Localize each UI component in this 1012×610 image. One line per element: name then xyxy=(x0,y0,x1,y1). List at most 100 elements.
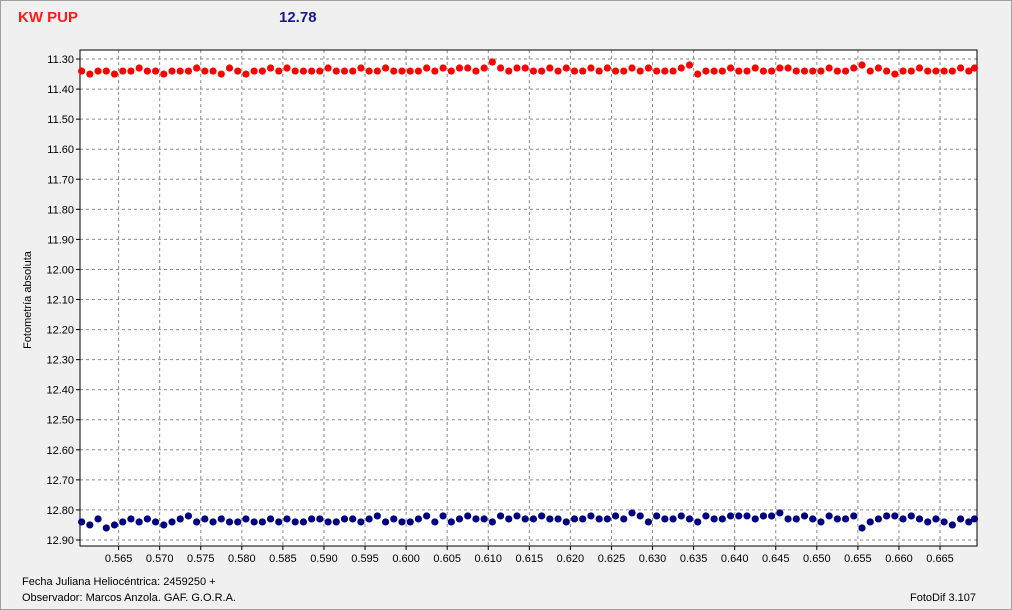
data-point-bottom xyxy=(423,512,431,520)
data-point-top xyxy=(94,67,102,75)
data-point-top xyxy=(743,67,751,75)
data-point-bottom xyxy=(883,512,891,520)
data-point-top xyxy=(521,64,529,72)
data-point-bottom xyxy=(455,515,464,523)
data-point-top xyxy=(513,64,521,72)
data-point-bottom xyxy=(940,518,948,526)
data-point-top xyxy=(833,67,841,75)
data-point-top xyxy=(151,67,160,75)
y-tick-label: 12.20 xyxy=(46,325,74,337)
data-point-bottom xyxy=(357,518,365,526)
data-point-bottom xyxy=(702,512,710,520)
y-tick-label: 12.30 xyxy=(46,355,74,367)
data-point-bottom xyxy=(78,518,86,526)
data-point-top xyxy=(759,67,768,75)
data-point-bottom xyxy=(685,515,694,523)
data-point-top xyxy=(899,67,907,75)
data-point-top xyxy=(710,67,718,75)
data-point-bottom xyxy=(184,512,193,520)
y-tick-label: 12.10 xyxy=(46,295,74,307)
data-point-top xyxy=(924,67,932,75)
data-point-bottom xyxy=(86,521,94,529)
data-point-bottom xyxy=(225,518,234,526)
data-point-bottom xyxy=(694,518,702,526)
data-point-bottom xyxy=(915,515,924,523)
data-point-bottom xyxy=(390,515,398,523)
data-point-bottom xyxy=(948,521,956,529)
x-tick-label: 0.620 xyxy=(557,553,585,565)
y-tick-label: 12.00 xyxy=(46,264,74,276)
data-point-top xyxy=(858,61,866,69)
y-tick-label: 12.40 xyxy=(46,385,74,397)
data-point-bottom xyxy=(579,515,587,523)
data-point-bottom xyxy=(496,512,505,520)
data-point-top xyxy=(496,64,505,72)
data-point-bottom xyxy=(439,512,447,520)
data-point-top xyxy=(316,67,324,75)
data-point-bottom xyxy=(488,518,496,526)
data-point-top xyxy=(234,67,242,75)
data-point-top xyxy=(874,64,883,72)
x-tick-label: 0.625 xyxy=(598,553,626,565)
data-point-top xyxy=(102,67,110,75)
y-tick-label: 11.60 xyxy=(47,144,74,156)
data-point-top xyxy=(349,67,357,75)
data-point-bottom xyxy=(924,518,932,526)
data-point-bottom xyxy=(447,518,455,526)
data-point-top xyxy=(562,64,570,72)
data-point-top xyxy=(850,64,858,72)
data-point-bottom xyxy=(258,518,266,526)
data-point-top xyxy=(620,67,628,75)
data-point-bottom xyxy=(529,515,538,523)
data-point-top xyxy=(135,64,143,72)
data-point-bottom xyxy=(209,518,217,526)
data-point-bottom xyxy=(406,518,414,526)
y-tick-label: 12.50 xyxy=(46,415,74,427)
data-point-top xyxy=(127,67,135,75)
data-point-bottom xyxy=(628,509,636,517)
data-point-top xyxy=(143,67,151,75)
data-point-bottom xyxy=(332,518,340,526)
x-tick-label: 0.630 xyxy=(639,553,667,565)
data-point-top xyxy=(390,67,398,75)
data-point-bottom xyxy=(201,515,209,523)
data-point-top xyxy=(464,64,472,72)
data-point-bottom xyxy=(800,512,809,520)
data-point-top xyxy=(694,70,702,78)
data-point-top xyxy=(373,67,381,75)
data-point-top xyxy=(817,67,825,75)
data-point-bottom xyxy=(735,512,743,520)
data-point-top xyxy=(209,67,217,75)
x-tick-label: 0.565 xyxy=(105,553,133,565)
data-point-top xyxy=(168,67,176,75)
data-point-bottom xyxy=(841,515,850,523)
data-point-bottom xyxy=(932,515,940,523)
x-tick-label: 0.650 xyxy=(803,553,831,565)
data-point-bottom xyxy=(570,515,579,523)
data-point-top xyxy=(546,64,554,72)
data-point-top xyxy=(217,70,225,78)
data-point-top xyxy=(332,67,340,75)
data-point-bottom xyxy=(809,515,817,523)
data-point-bottom xyxy=(858,524,866,532)
data-point-bottom xyxy=(160,521,168,529)
data-point-bottom xyxy=(521,515,529,523)
data-point-bottom xyxy=(242,515,250,523)
data-point-bottom xyxy=(176,515,184,523)
data-point-bottom xyxy=(151,518,160,526)
data-point-top xyxy=(291,67,299,75)
data-point-top xyxy=(299,67,308,75)
data-point-top xyxy=(915,64,924,72)
data-point-top xyxy=(595,67,603,75)
data-point-top xyxy=(776,64,784,72)
data-point-bottom xyxy=(726,512,735,520)
data-point-bottom xyxy=(119,518,127,526)
data-point-bottom xyxy=(817,518,825,526)
data-point-bottom xyxy=(299,518,308,526)
data-point-bottom xyxy=(381,518,390,526)
x-tick-label: 0.610 xyxy=(474,553,502,565)
data-point-bottom xyxy=(751,515,759,523)
data-point-top xyxy=(792,67,800,75)
data-point-top xyxy=(365,67,373,75)
data-point-top xyxy=(176,67,184,75)
